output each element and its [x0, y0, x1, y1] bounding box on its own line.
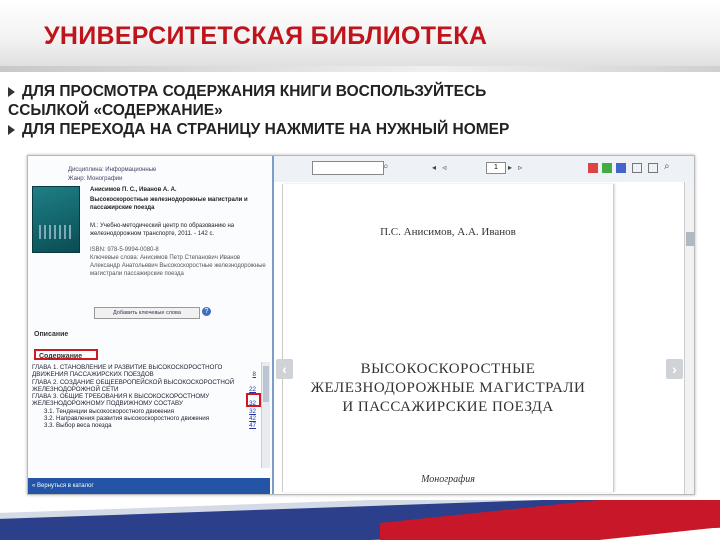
toc-page-link[interactable]: 42	[249, 415, 256, 422]
toc-item[interactable]: Глава 2. СОЗДАНИЕ ОБЩЕЕВРОПЕЙСКОЙ ВЫСОКО…	[32, 379, 258, 394]
search-input[interactable]	[312, 161, 384, 175]
toc-page-link[interactable]: 47	[249, 422, 256, 429]
contents-link[interactable]: Содержание	[34, 349, 98, 360]
toc-item-title[interactable]: Глава 1. СТАНОВЛЕНИЕ И РАЗВИТИЕ ВЫСОКОСК…	[32, 364, 222, 378]
book-meta: Дисциплина: Информационные Жанр: Моногра…	[68, 166, 156, 184]
instruction-bullet-1-cont: ССЫЛКОЙ «СОДЕРЖАНИЕ»	[8, 101, 708, 120]
book-isbn: ISBN: 978-5-9994-0080-8	[90, 247, 159, 253]
page-number-input[interactable]: 1	[486, 162, 506, 174]
book-authors: Анисимов П. С., Иванов А. А.	[90, 187, 177, 193]
highlight-tool-icon[interactable]	[588, 163, 598, 173]
table-of-contents: Глава 1. СТАНОВЛЕНИЕ И РАЗВИТИЕ ВЫСОКОСК…	[32, 364, 258, 430]
toc-item-title[interactable]: 3.3. Выбор веса поезда	[44, 422, 112, 429]
toc-scrollbar[interactable]	[261, 362, 270, 468]
book-title: Высокоскоростные железнодорожные магистр…	[90, 197, 248, 211]
search-icon[interactable]: ⌕	[383, 161, 395, 173]
toc-item-title[interactable]: 3.1. Тенденции высокоскоростного движени…	[44, 408, 174, 415]
add-keywords-button[interactable]: Добавить ключевые слова	[94, 307, 200, 319]
page-navigation[interactable]: ◂ ◃	[432, 163, 448, 172]
toc-item[interactable]: 3.1. Тенденции высокоскоростного движени…	[32, 408, 258, 415]
book-cover	[32, 186, 80, 253]
discipline-label[interactable]: Дисциплина: Информационные	[68, 166, 156, 175]
doc-type: Монография	[421, 474, 475, 485]
type-label: Жанр: Монографии	[68, 176, 123, 182]
back-to-catalog-link[interactable]: « Вернуться в каталог	[28, 478, 270, 494]
instruction-list: ДЛЯ ПРОСМОТРА СОДЕРЖАНИЯ КНИГИ ВОСПОЛЬЗУ…	[8, 82, 708, 139]
toc-item[interactable]: Глава 3. ОБЩИЕ ТРЕБОВАНИЯ К ВЫСОКОСКОРОС…	[32, 393, 258, 408]
bullet-arrow-icon	[8, 125, 15, 135]
instruction-bullet-1: ДЛЯ ПРОСМОТРА СОДЕРЖАНИЯ КНИГИ ВОСПОЛЬЗУ…	[8, 82, 708, 101]
instruction-2-text: ДЛЯ ПЕРЕХОДА НА СТРАНИЦУ НАЖМИТЕ НА НУЖН…	[22, 121, 510, 138]
next-page-button[interactable]: ›	[666, 359, 683, 379]
bookmark-tool-icon[interactable]	[602, 163, 612, 173]
description-toggle[interactable]: Описание	[34, 331, 68, 338]
book-sidebar: Дисциплина: Информационные Жанр: Моногра…	[28, 156, 274, 494]
document-page: П.С. Анисимов, А.А. Иванов ВЫСОКОСКОРОСТ…	[282, 184, 614, 492]
toc-item-title[interactable]: Глава 3. ОБЩИЕ ТРЕБОВАНИЯ К ВЫСОКОСКОРОС…	[32, 393, 209, 407]
zoom-icon[interactable]: ⌕	[664, 161, 673, 172]
document-viewer: П.С. Анисимов, А.А. Иванов ВЫСОКОСКОРОСТ…	[274, 182, 694, 494]
library-screenshot: ⌕ ◂ ◃ 1 ▸ ▹ ⌕ Дисциплина: Информационные…	[27, 155, 695, 495]
doc-title-line-3: И ПАССАЖИРСКИЕ ПОЕЗДА	[342, 399, 554, 415]
help-icon[interactable]: ?	[202, 307, 211, 316]
fit-page-icon[interactable]	[632, 163, 642, 173]
viewer-scrollbar[interactable]	[684, 182, 694, 494]
instruction-1-text: ДЛЯ ПРОСМОТРА СОДЕРЖАНИЯ КНИГИ ВОСПОЛЬЗУ…	[22, 83, 487, 100]
doc-title: ВЫСОКОСКОРОСТНЫЕ ЖЕЛЕЗНОДОРОЖНЫЕ МАГИСТР…	[283, 360, 613, 417]
prev-page-button[interactable]: ‹	[276, 359, 293, 379]
decorative-footer-band	[0, 500, 720, 540]
print-tool-icon[interactable]	[616, 163, 626, 173]
page-number-highlight	[246, 393, 261, 407]
toc-item[interactable]: 3.3. Выбор веса поезда 47	[32, 422, 258, 429]
toc-item-title[interactable]: Глава 2. СОЗДАНИЕ ОБЩЕЕВРОПЕЙСКОЙ ВЫСОКО…	[32, 379, 234, 393]
instruction-1-text-cont: ССЫЛКОЙ «СОДЕРЖАНИЕ»	[8, 102, 223, 119]
toc-item[interactable]: 3.2. Направления развития высокоскоростн…	[32, 415, 258, 422]
toc-page-link[interactable]: 32	[249, 408, 256, 415]
toc-item-title[interactable]: 3.2. Направления развития высокоскоростн…	[44, 415, 209, 422]
doc-authors: П.С. Анисимов, А.А. Иванов	[380, 226, 516, 238]
slide-title: УНИВЕРСИТЕТСКАЯ БИБЛИОТЕКА	[44, 22, 488, 50]
bullet-arrow-icon	[8, 87, 15, 97]
toc-page-link[interactable]: 8	[253, 371, 256, 378]
fit-width-icon[interactable]	[648, 163, 658, 173]
book-keywords: Ключевые слова: Анисимов Петр Степанович…	[90, 255, 266, 277]
doc-title-line-1: ВЫСОКОСКОРОСТНЫЕ	[360, 361, 536, 377]
toc-item[interactable]: Глава 1. СТАНОВЛЕНИЕ И РАЗВИТИЕ ВЫСОКОСК…	[32, 364, 258, 379]
doc-title-line-2: ЖЕЛЕЗНОДОРОЖНЫЕ МАГИСТРАЛИ	[310, 380, 586, 396]
page-navigation-next[interactable]: ▸ ▹	[508, 163, 524, 172]
book-info: Анисимов П. С., Иванов А. А. Высокоскоро…	[90, 186, 266, 278]
slide-title-bar: УНИВЕРСИТЕТСКАЯ БИБЛИОТЕКА	[0, 0, 720, 72]
instruction-bullet-2: ДЛЯ ПЕРЕХОДА НА СТРАНИЦУ НАЖМИТЕ НА НУЖН…	[8, 120, 708, 139]
book-publisher: М.: Учебно-методический центр по образов…	[90, 223, 235, 237]
